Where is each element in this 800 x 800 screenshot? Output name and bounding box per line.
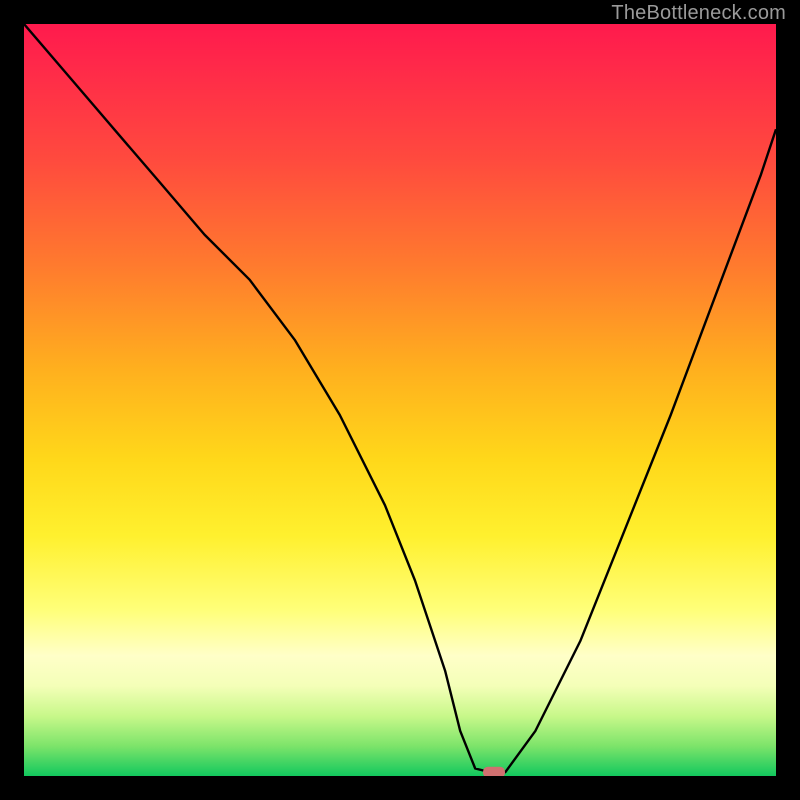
bottleneck-chart [24, 24, 776, 776]
plot-area [24, 24, 776, 776]
optimal-point-marker [483, 767, 505, 776]
bottleneck-curve-line [24, 24, 776, 772]
attribution-text: TheBottleneck.com [611, 2, 786, 25]
